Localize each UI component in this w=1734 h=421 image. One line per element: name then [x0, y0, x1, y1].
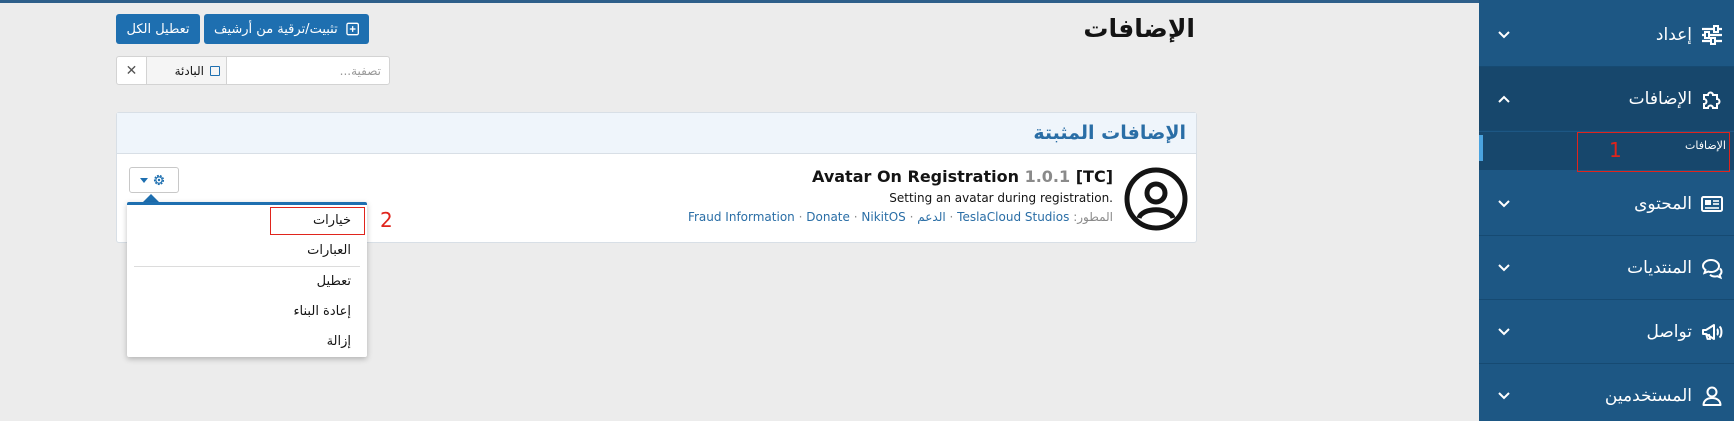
- megaphone-icon: [1702, 323, 1723, 340]
- sidebar-item-addons[interactable]: الإضافات: [1479, 67, 1734, 131]
- sidebar-item-users[interactable]: المستخدمين: [1479, 364, 1734, 421]
- filter-input[interactable]: [227, 57, 389, 84]
- annotation-box-2: [270, 207, 365, 235]
- active-indicator: [1479, 135, 1483, 161]
- sliders-icon: [1702, 24, 1722, 45]
- addon-meta: المطور: TeslaCloud Studios · الدعم · Fra…: [687, 210, 1113, 224]
- addon-version: 1.0.1: [1024, 167, 1071, 186]
- plus-square-icon: [346, 22, 359, 36]
- chevron-down-icon: [1498, 30, 1510, 38]
- filter-bar: ✕ البادئة: [116, 56, 390, 85]
- chevron-down-icon: [1498, 327, 1510, 335]
- menu-item-rebuild[interactable]: إعادة البناء: [293, 304, 351, 319]
- sidebar-label: المنتديات: [1627, 257, 1692, 278]
- developer-label: المطور:: [1073, 210, 1113, 224]
- clear-filter-button[interactable]: ✕: [117, 57, 147, 84]
- admin-sidebar: إعداد الإضافات الإضافات المحتوى المنتديا…: [1479, 0, 1734, 421]
- install-from-archive-button[interactable]: تثبيت/ترقية من أرشيف: [204, 14, 369, 44]
- chevron-down-icon: [1498, 392, 1510, 400]
- sidebar-item-setup[interactable]: إعداد: [1479, 3, 1734, 67]
- sidebar-label: المحتوى: [1634, 193, 1692, 214]
- chevron-up-icon: [1498, 95, 1510, 103]
- fraud-info-link[interactable]: Fraud Information: [688, 210, 795, 224]
- donate-link[interactable]: Donate: [806, 210, 850, 224]
- chevron-down-icon: [1498, 263, 1510, 271]
- prefix-checkbox-toggle[interactable]: البادئة: [147, 57, 227, 84]
- comments-icon: [1701, 258, 1723, 279]
- disable-all-button[interactable]: تعطيل الكل: [116, 14, 200, 44]
- sidebar-item-communication[interactable]: تواصل: [1479, 300, 1734, 364]
- addon-description: Setting an avatar during registration.: [889, 191, 1113, 205]
- addon-actions-button[interactable]: [129, 167, 179, 193]
- block-header: الإضافات المثبتة: [117, 113, 1196, 154]
- annotation-number-1: 1: [1609, 138, 1622, 162]
- newspaper-icon: [1701, 195, 1723, 212]
- user-circle-icon: [1124, 167, 1188, 231]
- sidebar-label: الإضافات: [1628, 88, 1692, 109]
- menu-item-phrases[interactable]: العبارات: [307, 243, 351, 258]
- menu-item-uninstall[interactable]: إزالة: [327, 334, 351, 349]
- sidebar-item-content[interactable]: المحتوى: [1479, 172, 1734, 236]
- support-link[interactable]: الدعم: [917, 210, 945, 224]
- addon-title[interactable]: Avatar On Registration 1.0.1 [TC]: [812, 167, 1113, 186]
- page-title: الإضافات: [1083, 14, 1195, 43]
- annotation-box-1: [1577, 132, 1730, 172]
- sidebar-label: إعداد: [1655, 24, 1692, 45]
- sidebar-item-forums[interactable]: المنتديات: [1479, 236, 1734, 300]
- menu-item-disable[interactable]: تعطيل: [317, 274, 351, 289]
- caret-down-icon: [140, 178, 148, 183]
- puzzle-icon: [1703, 91, 1721, 109]
- menu-pointer: [143, 194, 159, 202]
- top-accent-bar: [0, 0, 1734, 3]
- developer-link[interactable]: TeslaCloud Studios: [957, 210, 1069, 224]
- sidebar-label: المستخدمين: [1604, 386, 1692, 406]
- block-title: الإضافات المثبتة: [1033, 122, 1186, 144]
- prefix-label: البادئة: [174, 63, 204, 78]
- addon-name: Avatar On Registration: [812, 167, 1019, 186]
- annotation-number-2: 2: [380, 208, 393, 232]
- menu-divider: [134, 266, 360, 267]
- addon-tag: [TC]: [1075, 167, 1113, 186]
- user-icon: [1702, 386, 1722, 406]
- install-button-label: تثبيت/ترقية من أرشيف: [214, 21, 338, 37]
- close-icon: ✕: [125, 62, 138, 79]
- author-link[interactable]: NikitOS: [861, 210, 905, 224]
- sidebar-label: تواصل: [1646, 321, 1692, 342]
- chevron-down-icon: [1498, 199, 1510, 207]
- checkbox-icon: [210, 65, 220, 76]
- gear-icon: [153, 174, 165, 186]
